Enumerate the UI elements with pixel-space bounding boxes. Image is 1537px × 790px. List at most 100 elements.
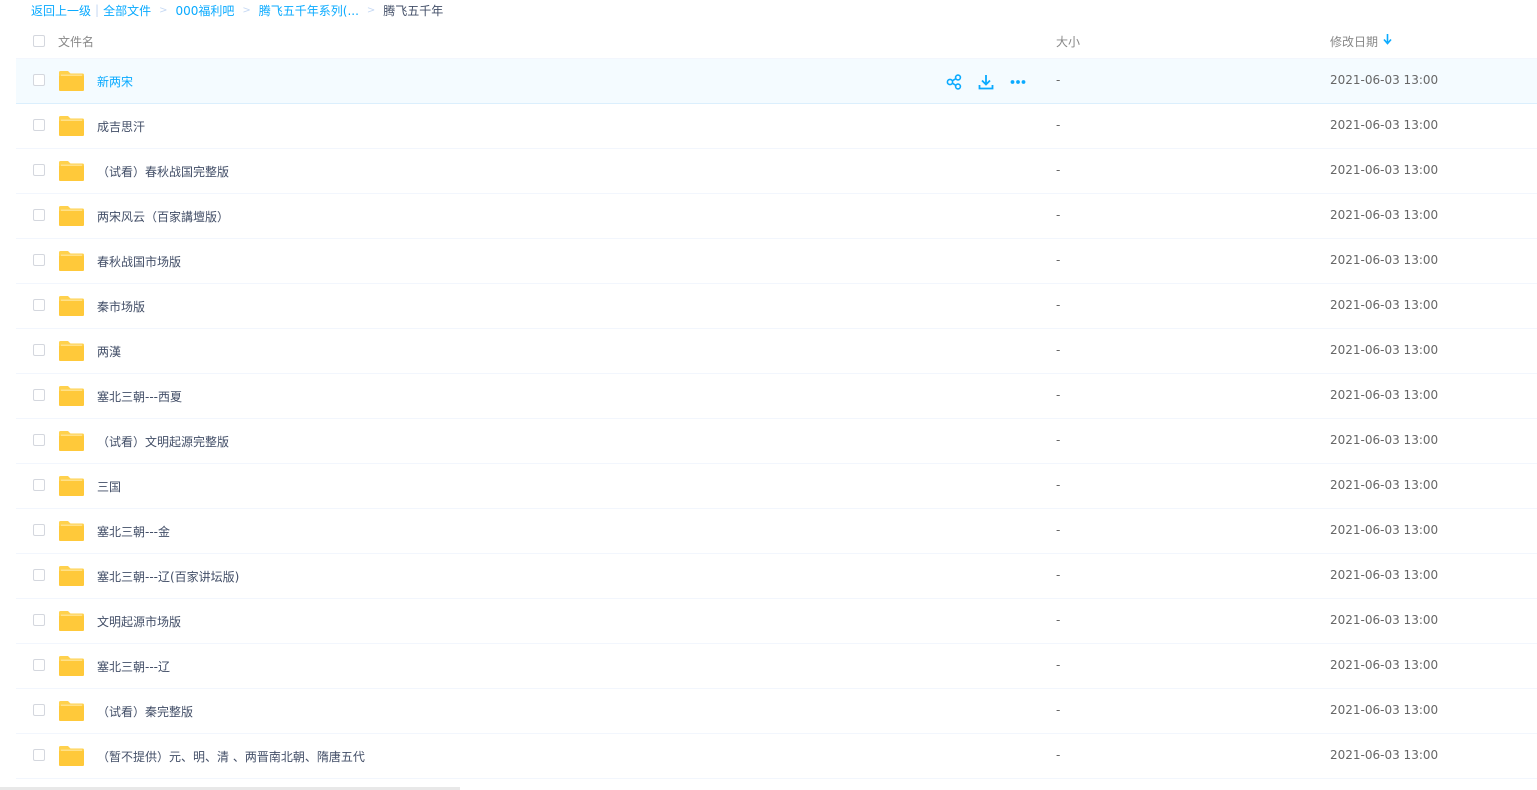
file-size: -	[1056, 343, 1061, 357]
breadcrumb-divider: |	[95, 3, 100, 17]
file-modified-date: 2021-06-03 13:00	[1330, 253, 1439, 267]
breadcrumb-chevron-icon: >	[242, 4, 251, 16]
file-row[interactable]: 秦市场版 - 2021-06-03 13:00	[16, 284, 1537, 329]
folder-icon	[58, 520, 85, 542]
file-name[interactable]: 秦市场版	[97, 298, 145, 315]
file-name[interactable]: 塞北三朝---西夏	[97, 388, 182, 405]
folder-icon	[58, 430, 85, 452]
folder-icon	[58, 385, 85, 407]
row-checkbox[interactable]	[33, 119, 45, 131]
back-link[interactable]: 返回上一级	[31, 2, 91, 19]
file-row[interactable]: （试看）文明起源完整版 - 2021-06-03 13:00	[16, 419, 1537, 464]
file-modified-date: 2021-06-03 13:00	[1330, 433, 1439, 447]
file-size: -	[1056, 568, 1061, 582]
file-modified-date: 2021-06-03 13:00	[1330, 703, 1439, 717]
file-modified-date: 2021-06-03 13:00	[1330, 73, 1439, 87]
row-checkbox[interactable]	[33, 524, 45, 536]
file-name[interactable]: 塞北三朝---辽	[97, 658, 170, 675]
download-icon[interactable]	[976, 72, 996, 92]
file-size: -	[1056, 388, 1061, 402]
file-row[interactable]: 文明起源市场版 - 2021-06-03 13:00	[16, 599, 1537, 644]
file-size: -	[1056, 298, 1061, 312]
sort-descending-icon[interactable]	[1383, 34, 1392, 48]
file-modified-date: 2021-06-03 13:00	[1330, 478, 1439, 492]
row-checkbox[interactable]	[33, 569, 45, 581]
folder-icon	[58, 700, 85, 722]
row-checkbox[interactable]	[33, 344, 45, 356]
file-row[interactable]: 两宋风云（百家講壇版） - 2021-06-03 13:00	[16, 194, 1537, 239]
file-size: -	[1056, 748, 1061, 762]
file-name[interactable]: （试看）秦完整版	[97, 703, 193, 720]
left-margin	[0, 0, 16, 790]
row-checkbox[interactable]	[33, 614, 45, 626]
row-checkbox[interactable]	[33, 704, 45, 716]
row-checkbox[interactable]	[33, 254, 45, 266]
file-modified-date: 2021-06-03 13:00	[1330, 163, 1439, 177]
share-icon[interactable]	[944, 72, 964, 92]
file-modified-date: 2021-06-03 13:00	[1330, 388, 1439, 402]
file-size: -	[1056, 433, 1061, 447]
header-filename[interactable]: 文件名	[58, 33, 94, 50]
more-icon[interactable]	[1008, 72, 1028, 92]
file-name[interactable]: 成吉思汗	[97, 118, 145, 135]
row-checkbox[interactable]	[33, 209, 45, 221]
file-modified-date: 2021-06-03 13:00	[1330, 298, 1439, 312]
file-row[interactable]: 新两宋 - 2021-06-03 13:00	[16, 59, 1537, 104]
folder-icon	[58, 115, 85, 137]
file-size: -	[1056, 163, 1061, 177]
row-checkbox[interactable]	[33, 299, 45, 311]
file-row[interactable]: （试看）春秋战国完整版 - 2021-06-03 13:00	[16, 149, 1537, 194]
folder-icon	[58, 160, 85, 182]
file-row[interactable]: 塞北三朝---金 - 2021-06-03 13:00	[16, 509, 1537, 554]
header-size[interactable]: 大小	[1056, 33, 1080, 50]
file-name[interactable]: 两宋风云（百家講壇版）	[97, 208, 229, 225]
breadcrumb-folder-2[interactable]: 腾飞五千年系列(...	[259, 2, 359, 19]
breadcrumb-folder-1[interactable]: 000福利吧	[175, 2, 234, 19]
file-modified-date: 2021-06-03 13:00	[1330, 523, 1439, 537]
file-size: -	[1056, 478, 1061, 492]
file-modified-date: 2021-06-03 13:00	[1330, 343, 1439, 357]
file-row[interactable]: 三国 - 2021-06-03 13:00	[16, 464, 1537, 509]
file-name[interactable]: （暂不提供）元、明、清 、两晋南北朝、隋唐五代	[97, 748, 365, 765]
row-actions	[944, 72, 1040, 92]
file-name[interactable]: （试看）文明起源完整版	[97, 433, 229, 450]
file-row[interactable]: 塞北三朝---辽 - 2021-06-03 13:00	[16, 644, 1537, 689]
file-modified-date: 2021-06-03 13:00	[1330, 613, 1439, 627]
file-name[interactable]: 文明起源市场版	[97, 613, 181, 630]
file-row[interactable]: （试看）秦完整版 - 2021-06-03 13:00	[16, 689, 1537, 734]
row-checkbox[interactable]	[33, 434, 45, 446]
file-size: -	[1056, 253, 1061, 267]
file-name[interactable]: 塞北三朝---金	[97, 523, 170, 540]
row-checkbox[interactable]	[33, 164, 45, 176]
file-modified-date: 2021-06-03 13:00	[1330, 568, 1439, 582]
file-name[interactable]: 塞北三朝---辽(百家讲坛版)	[97, 568, 239, 585]
file-row[interactable]: 成吉思汗 - 2021-06-03 13:00	[16, 104, 1537, 149]
file-size: -	[1056, 703, 1061, 717]
file-name[interactable]: 新两宋	[97, 73, 133, 90]
breadcrumb-current: 腾飞五千年	[383, 3, 444, 18]
file-name[interactable]: （试看）春秋战国完整版	[97, 163, 229, 180]
file-row[interactable]: （暂不提供）元、明、清 、两晋南北朝、隋唐五代 - 2021-06-03 13:…	[16, 734, 1537, 779]
file-name[interactable]: 三国	[97, 478, 121, 495]
row-checkbox[interactable]	[33, 659, 45, 671]
file-row[interactable]: 塞北三朝---西夏 - 2021-06-03 13:00	[16, 374, 1537, 419]
header-modified-date[interactable]: 修改日期	[1330, 33, 1378, 50]
breadcrumb-chevron-icon: >	[159, 4, 168, 16]
row-checkbox[interactable]	[33, 479, 45, 491]
select-all-checkbox[interactable]	[33, 35, 45, 47]
file-size: -	[1056, 658, 1061, 672]
breadcrumb-all-files[interactable]: 全部文件	[103, 2, 151, 19]
file-row[interactable]: 春秋战国市场版 - 2021-06-03 13:00	[16, 239, 1537, 284]
row-checkbox[interactable]	[33, 749, 45, 761]
folder-icon	[58, 565, 85, 587]
folder-icon	[58, 475, 85, 497]
file-list-header: 文件名 大小 修改日期	[16, 22, 1537, 59]
file-row[interactable]: 塞北三朝---辽(百家讲坛版) - 2021-06-03 13:00	[16, 554, 1537, 599]
file-row[interactable]: 两漢 - 2021-06-03 13:00	[16, 329, 1537, 374]
row-checkbox[interactable]	[33, 389, 45, 401]
file-name[interactable]: 两漢	[97, 343, 121, 360]
row-checkbox[interactable]	[33, 74, 45, 86]
file-name[interactable]: 春秋战国市场版	[97, 253, 181, 270]
folder-icon	[58, 655, 85, 677]
file-size: -	[1056, 118, 1061, 132]
